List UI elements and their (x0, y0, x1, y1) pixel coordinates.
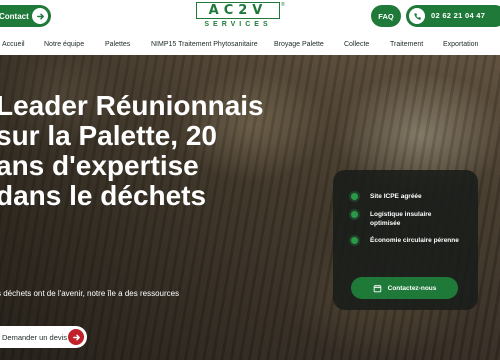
request-quote-label: Demander un devis (2, 332, 68, 342)
headline-line: ans d'expertise (0, 150, 199, 181)
arrow-right-icon (32, 8, 48, 24)
feature-label: Logistique insulaire optimisée (370, 211, 432, 227)
dot-icon (351, 237, 358, 244)
logo-trademark: ® (281, 2, 285, 8)
contact-us-label: Contactez-nous (387, 284, 437, 292)
arrow-right-icon (68, 329, 84, 345)
features-card: Site ICPE agréée Logistique insulaire op… (333, 170, 478, 310)
nav-item-nimp15[interactable]: NIMP15 Traitement Phytosanitaire (151, 41, 258, 48)
contact-us-button[interactable]: Contactez-nous (351, 277, 458, 299)
nav-item-exportation[interactable]: Exportation (443, 41, 478, 48)
hero-tagline: s déchets ont de l'avenir, notre île a d… (0, 289, 180, 298)
feature-item: Économie circulaire pérenne (351, 236, 462, 245)
phone-button[interactable]: 02 62 21 04 47 (406, 5, 500, 27)
feature-label: Site ICPE agréée (370, 193, 422, 200)
phone-number: 02 62 21 04 47 (431, 11, 486, 20)
headline-line: sur la Palette, 20 (0, 120, 218, 151)
headline-line: dans le déchets (0, 180, 207, 211)
request-quote-button[interactable]: Demander un devis (0, 326, 87, 348)
logo-mark: AC2V (208, 3, 268, 18)
main-navigation: Accueil Notre équipe Palettes NIMP15 Tra… (0, 35, 500, 55)
feature-item: Site ICPE agréée (351, 192, 462, 201)
nav-item-palettes[interactable]: Palettes (105, 41, 130, 48)
feature-item: Logistique insulaire optimisée (351, 210, 462, 228)
site-header: Contact AC2V ® SERVICES FAQ 02 62 21 04 … (0, 0, 500, 35)
phone-icon (409, 8, 425, 24)
hero-headline: Leader Réunionnais sur la Palette, 20 an… (0, 91, 306, 211)
nav-item-collecte[interactable]: Collecte (344, 41, 369, 48)
contact-button[interactable]: Contact (0, 5, 51, 27)
nav-item-traitement[interactable]: Traitement (390, 41, 423, 48)
logo-subtitle: SERVICES (204, 21, 272, 28)
contact-button-label: Contact (0, 11, 29, 21)
nav-item-broyage-palette[interactable]: Broyage Palette (274, 41, 324, 48)
headline-line: Leader Réunionnais (0, 90, 264, 121)
faq-button[interactable]: FAQ (371, 5, 401, 27)
dot-icon (351, 211, 358, 218)
nav-item-accueil[interactable]: Accueil (2, 41, 25, 48)
nav-item-notre-equipe[interactable]: Notre équipe (44, 41, 84, 48)
calendar-icon (373, 284, 381, 292)
site-logo[interactable]: AC2V ® SERVICES (196, 2, 285, 32)
feature-label: Économie circulaire pérenne (370, 237, 459, 244)
dot-icon (351, 193, 358, 200)
